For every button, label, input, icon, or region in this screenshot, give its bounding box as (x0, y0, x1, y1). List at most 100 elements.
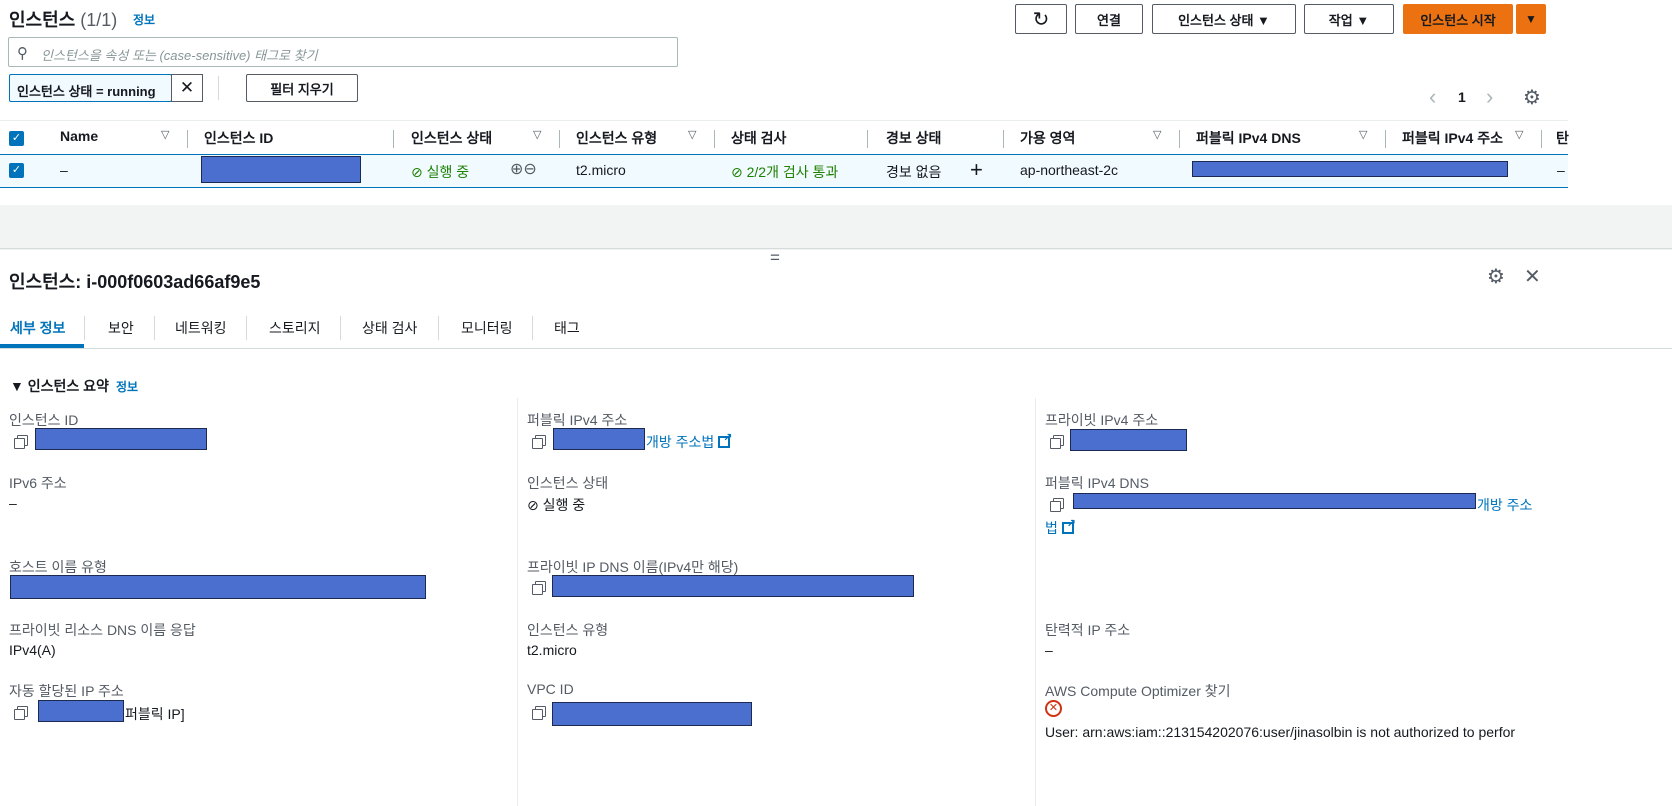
open-address-link-wrap[interactable]: 법 (1045, 517, 1076, 538)
label-private-dns: 프라이빗 IP DNS 이름(IPv4만 해당) (527, 559, 739, 575)
redacted-value (1073, 493, 1476, 509)
row-type: t2.micro (576, 162, 626, 178)
tab-separator (532, 316, 533, 340)
info-link[interactable]: 정보 (133, 11, 155, 28)
search-input[interactable]: ⚲ 인스턴스을 속성 또는 (case-sensitive) 태그로 찾기 (8, 37, 678, 67)
tab-tags[interactable]: 태그 (554, 318, 580, 338)
tab-monitoring[interactable]: 모니터링 (461, 318, 513, 338)
value-elastic-ip: – (1045, 642, 1053, 658)
copy-icon[interactable] (532, 706, 546, 720)
add-alarm-icon[interactable]: + (970, 157, 983, 183)
external-link-icon (1061, 517, 1076, 534)
redacted-value (553, 428, 645, 450)
section-info-link[interactable]: 정보 (116, 378, 138, 395)
page-title: 인스턴스 (1/1) (9, 6, 117, 32)
redacted-value (552, 702, 752, 726)
check-circle-icon: ⊘ (731, 164, 743, 180)
tabs-border (0, 348, 1672, 349)
select-all-checkbox[interactable]: ✓ (9, 131, 24, 146)
tab-networking[interactable]: 네트워킹 (175, 318, 227, 338)
col-availability-zone[interactable]: 가용 영역 (1020, 128, 1075, 148)
tab-status-checks[interactable]: 상태 검사 (362, 318, 417, 338)
col-public-dns[interactable]: 퍼블릭 IPv4 DNS (1196, 128, 1301, 148)
copy-icon[interactable] (1050, 498, 1064, 512)
row-state-text: 실행 중 (426, 164, 470, 180)
resize-handle[interactable]: = (770, 248, 780, 268)
row-state: ⊘ 실행 중 (411, 162, 469, 182)
close-icon[interactable]: ✕ (171, 74, 203, 102)
check-circle-icon: ⊘ (411, 164, 423, 180)
launch-instance-button[interactable]: 인스턴스 시작 (1403, 4, 1513, 34)
filter-divider (218, 76, 219, 100)
open-address-link[interactable]: 개방 주소 (1477, 495, 1532, 515)
copy-icon[interactable] (14, 435, 28, 449)
col-public-ip[interactable]: 퍼블릭 IPv4 주소 (1402, 128, 1503, 148)
col-separator (393, 130, 394, 148)
section-toggle[interactable]: ▼ 인스턴스 요약 (10, 376, 109, 396)
col-alarm-status[interactable]: 경보 상태 (886, 128, 941, 148)
filter-chip-label: 인스턴스 상태 = running (17, 84, 156, 99)
label-auto-ip: 자동 할당된 IP 주소 (9, 683, 124, 699)
chevron-right-icon[interactable]: › (1486, 84, 1493, 110)
row-check: ⊘ 2/2개 검사 통과 (731, 162, 838, 182)
tab-details[interactable]: 세부 정보 (10, 318, 65, 338)
pane-border (0, 248, 1672, 249)
chevron-left-icon[interactable]: ‹ (1429, 84, 1436, 110)
col-instance-id[interactable]: 인스턴스 ID (204, 128, 273, 148)
copy-icon[interactable] (1050, 435, 1064, 449)
gear-icon[interactable]: ⚙ (1523, 85, 1541, 110)
label-ipv6: IPv6 주소 (9, 475, 67, 491)
column-divider (1035, 398, 1036, 806)
filter-chip: 인스턴스 상태 = running (9, 74, 172, 102)
clear-filters-button[interactable]: 필터 지우기 (246, 74, 358, 102)
label-private-ip: 프라이빗 IPv4 주소 (1045, 412, 1159, 428)
actions-dropdown[interactable]: 작업 ▼ (1304, 4, 1394, 34)
open-address-link[interactable]: 개방 주소법 (646, 431, 732, 452)
copy-icon[interactable] (14, 706, 28, 720)
sort-icon[interactable]: ▽ (1359, 128, 1367, 141)
value-instance-state-text: 실행 중 (542, 497, 586, 513)
sort-icon[interactable]: ▽ (1153, 128, 1161, 141)
tab-separator (340, 316, 341, 340)
redacted-public-dns (1192, 161, 1508, 177)
sort-icon[interactable]: ▽ (1515, 128, 1523, 141)
open-address-text: 법 (1045, 520, 1058, 536)
col-separator (1541, 130, 1542, 148)
row-last: – (1557, 162, 1565, 178)
col-truncated[interactable]: 탄 (1556, 128, 1569, 148)
redacted-value (35, 428, 207, 450)
column-divider (517, 398, 518, 806)
col-instance-type[interactable]: 인스턴스 유형 (576, 128, 657, 148)
tab-storage[interactable]: 스토리지 (269, 318, 321, 338)
row-checkbox[interactable]: ✓ (9, 163, 24, 178)
redacted-value (38, 700, 124, 722)
instance-state-dropdown[interactable]: 인스턴스 상태 ▼ (1152, 4, 1296, 34)
tab-separator (438, 316, 439, 340)
refresh-button[interactable]: ↻ (1015, 4, 1067, 34)
col-separator (1179, 130, 1180, 148)
sort-icon[interactable]: ▽ (533, 128, 541, 141)
page-number[interactable]: 1 (1458, 89, 1466, 105)
detail-title: 인스턴스: i-000f0603ad66af9e5 (9, 272, 261, 292)
launch-instance-caret[interactable]: ▼ (1516, 4, 1546, 34)
external-link-icon (718, 431, 732, 448)
zoom-icons[interactable]: ⊕⊖ (510, 159, 537, 179)
label-resource-dns: 프라이빗 리소스 DNS 이름 응답 (9, 622, 196, 638)
sort-icon[interactable]: ▽ (688, 128, 696, 141)
col-status-check[interactable]: 상태 검사 (731, 128, 786, 148)
gear-icon[interactable]: ⚙ (1487, 264, 1505, 289)
close-icon[interactable]: ✕ (1524, 264, 1541, 289)
label-instance-state: 인스턴스 상태 (527, 475, 609, 491)
copy-icon[interactable] (532, 581, 546, 595)
sort-icon[interactable]: ▽ (161, 128, 169, 141)
value-resource-dns: IPv4(A) (9, 642, 56, 658)
col-name[interactable]: Name (60, 128, 98, 144)
col-instance-state[interactable]: 인스턴스 상태 (411, 128, 492, 148)
tab-security[interactable]: 보안 (108, 318, 134, 338)
col-separator (1385, 130, 1386, 148)
label-hostname-type: 호스트 이름 유형 (9, 559, 107, 575)
redacted-instance-id (201, 156, 361, 183)
connect-button[interactable]: 연결 (1075, 4, 1143, 34)
copy-icon[interactable] (532, 435, 546, 449)
label-public-dns: 퍼블릭 IPv4 DNS (1045, 475, 1149, 491)
